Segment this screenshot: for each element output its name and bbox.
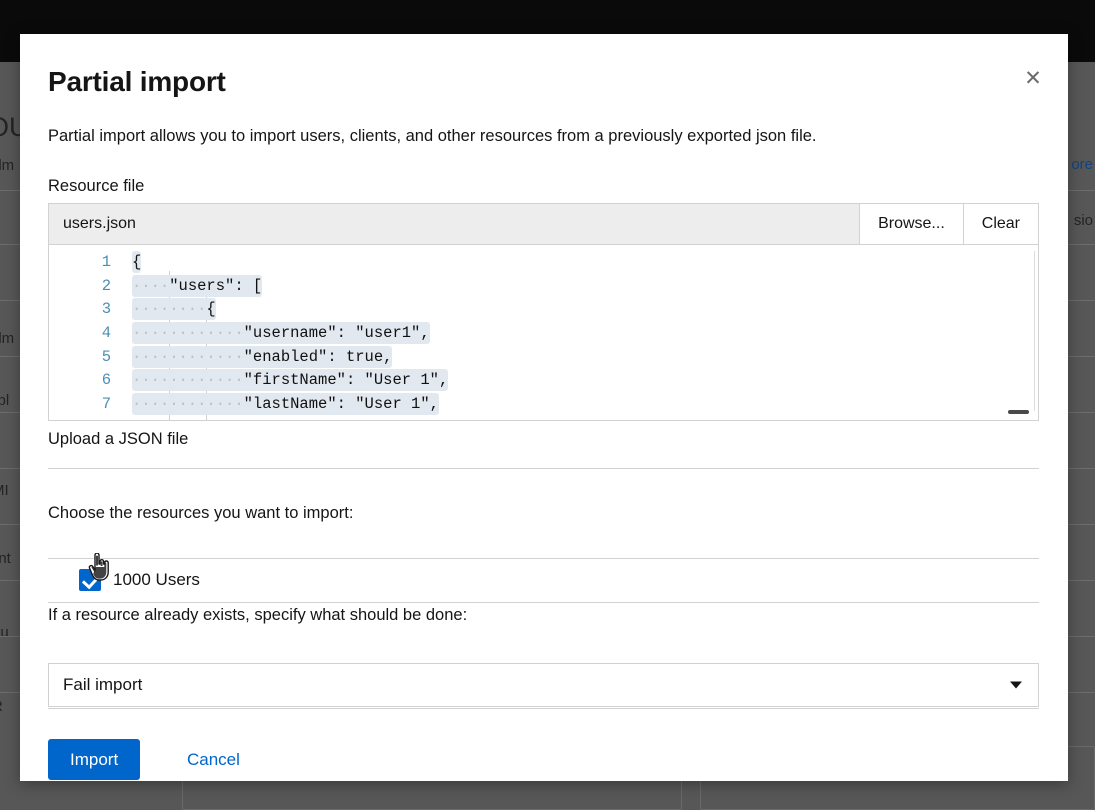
- choose-resources-label: Choose the resources you want to import:: [48, 504, 353, 523]
- line-number: 3: [49, 298, 120, 322]
- section-divider: [48, 708, 1039, 709]
- line-number: 5: [49, 346, 120, 370]
- background-text-fragment: spl: [0, 392, 9, 409]
- json-code-editor[interactable]: 1 2 3 4 5 6 7 { ····"users": [ ········{…: [48, 245, 1039, 421]
- upload-hint-label: Upload a JSON file: [48, 430, 188, 449]
- clear-button[interactable]: Clear: [963, 204, 1038, 244]
- code-line: ············"username": "user1",: [132, 322, 1038, 346]
- code-line: {: [132, 251, 1038, 275]
- close-icon[interactable]: ✕: [1016, 62, 1050, 96]
- dialog-title: Partial import: [48, 66, 226, 98]
- background-text-fragment: R: [0, 698, 3, 715]
- users-checkbox[interactable]: [79, 569, 101, 591]
- resource-file-picker: users.json Browse... Clear: [48, 203, 1039, 245]
- code-line: ········{: [132, 298, 1038, 322]
- section-divider: [48, 602, 1039, 603]
- code-line: ············"firstName": "User 1",: [132, 369, 1038, 393]
- import-policy-select[interactable]: Fail import: [48, 663, 1039, 707]
- editor-horizontal-scrollbar[interactable]: [1008, 410, 1029, 414]
- exists-policy-label: If a resource already exists, specify wh…: [48, 606, 467, 625]
- background-text-fragment: ont: [0, 550, 11, 567]
- code-line: ············"enabled": true,: [132, 346, 1038, 370]
- line-number: 7: [49, 393, 120, 417]
- chevron-down-icon: [1010, 682, 1022, 689]
- browse-button[interactable]: Browse...: [859, 204, 963, 244]
- dialog-description: Partial import allows you to import user…: [48, 127, 817, 146]
- users-checkbox-label: 1000 Users: [113, 570, 200, 590]
- resource-file-label: Resource file: [48, 177, 144, 196]
- background-text-fragment: alm: [0, 330, 14, 347]
- line-number: 4: [49, 322, 120, 346]
- import-policy-value: Fail import: [63, 675, 142, 695]
- editor-vertical-scrollbar[interactable]: [1034, 251, 1035, 411]
- code-line: ············"lastName": "User 1",: [132, 393, 1038, 417]
- background-text-fragment: sio: [1074, 212, 1093, 229]
- background-text-fragment: alm: [0, 157, 14, 174]
- editor-gutter: 1 2 3 4 5 6 7: [49, 245, 120, 420]
- resource-checkbox-row[interactable]: 1000 Users: [48, 559, 1039, 601]
- background-text-fragment: MI: [0, 482, 9, 499]
- background-link-fragment[interactable]: ore: [1071, 156, 1093, 173]
- section-divider: [48, 468, 1039, 469]
- import-button[interactable]: Import: [48, 739, 140, 780]
- cancel-button[interactable]: Cancel: [179, 739, 248, 780]
- partial-import-dialog: Partial import ✕ Partial import allows y…: [20, 34, 1068, 781]
- background-text-fragment: qu: [0, 624, 9, 641]
- code-line: ····"users": [: [132, 275, 1038, 299]
- file-name-display: users.json: [49, 204, 859, 244]
- editor-code-area[interactable]: { ····"users": [ ········{ ············"…: [120, 245, 1038, 420]
- line-number: 2: [49, 275, 120, 299]
- line-number: 1: [49, 251, 120, 275]
- line-number: 6: [49, 369, 120, 393]
